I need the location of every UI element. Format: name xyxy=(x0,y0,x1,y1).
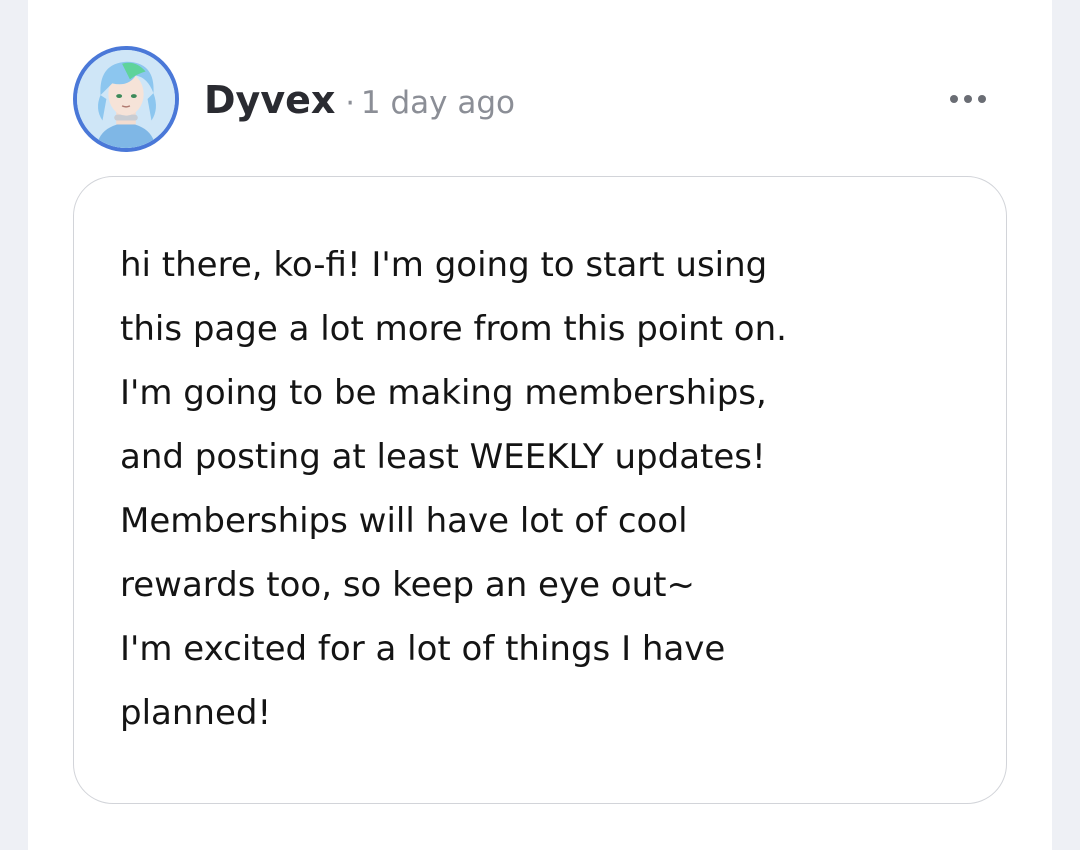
author-name[interactable]: Dyvex xyxy=(204,78,335,122)
post-body-line: I'm going to be making memberships, xyxy=(120,373,767,413)
post-body-line: planned! xyxy=(120,693,272,733)
more-horizontal-icon xyxy=(950,95,958,103)
post-body-line: and posting at least WEEKLY updates! xyxy=(120,437,766,477)
more-horizontal-icon xyxy=(964,95,972,103)
post-author-line: Dyvex · 1 day ago xyxy=(204,74,515,126)
more-horizontal-icon xyxy=(978,95,986,103)
meta-separator: · xyxy=(345,86,355,121)
more-options-button[interactable] xyxy=(940,82,996,116)
post-body-line: Memberships will have lot of cool xyxy=(120,501,688,541)
post-body-line: hi there, ko-fi! I'm going to start usin… xyxy=(120,245,768,285)
post-timestamp: 1 day ago xyxy=(360,85,516,121)
post-body-line: I'm excited for a lot of things I have xyxy=(120,629,726,669)
user-avatar-icon xyxy=(77,50,175,148)
author-avatar[interactable] xyxy=(73,46,179,152)
post-body: hi there, ko-fi! I'm going to start usin… xyxy=(120,233,950,745)
post-body-line: this page a lot more from this point on. xyxy=(120,309,787,349)
post-body-line: rewards too, so keep an eye out~ xyxy=(120,565,695,605)
post-content-box: hi there, ko-fi! I'm going to start usin… xyxy=(73,176,1007,804)
